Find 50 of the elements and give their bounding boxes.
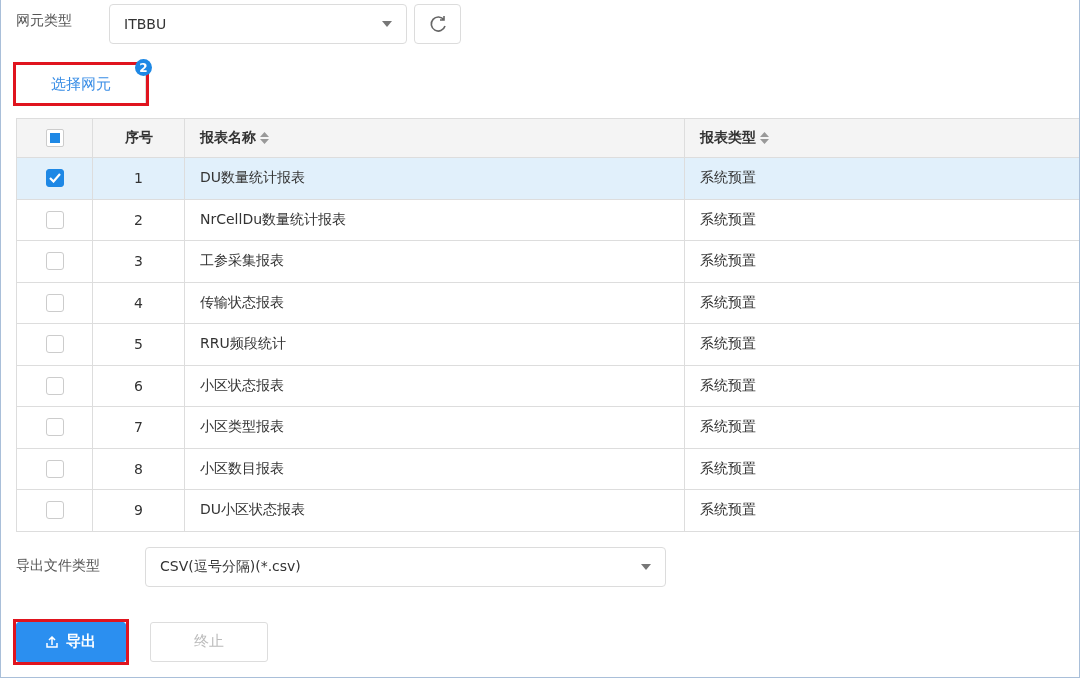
table-cell: DU数量统计报表: [200, 169, 306, 188]
caret-icon: [382, 21, 392, 27]
table-cell: NrCellDu数量统计报表: [200, 210, 347, 229]
row-checkbox[interactable]: [45, 501, 64, 520]
table-cell: 9: [134, 502, 143, 519]
ne-type-select[interactable]: ITBBU: [109, 4, 407, 44]
caret-icon: [641, 563, 651, 570]
table-cell: 系统预置: [700, 418, 756, 437]
table-cell: 8: [134, 460, 143, 477]
table-cell: 系统预置: [700, 169, 756, 188]
row-checkbox[interactable]: [45, 293, 64, 312]
table-cell: RRU频段统计: [200, 335, 286, 354]
field-label: 导出文件类型: [16, 555, 101, 575]
column-header: 序号: [124, 129, 153, 147]
table-cell: 工参采集报表: [200, 252, 284, 271]
table-cell: DU小区状态报表: [200, 501, 306, 520]
table-cell: 系统预置: [700, 252, 756, 271]
table-cell: 小区类型报表: [200, 418, 284, 437]
table-cell: 5: [134, 336, 143, 353]
refresh-button[interactable]: [414, 4, 461, 44]
table-cell: 小区数目报表: [200, 459, 284, 478]
row-checkbox[interactable]: [45, 459, 64, 478]
table-cell: 系统预置: [700, 293, 756, 312]
table-cell: 6: [134, 377, 143, 394]
column-header: 报表名称: [200, 129, 256, 147]
table-cell: 系统预置: [700, 376, 756, 395]
row-checkbox[interactable]: [45, 169, 64, 188]
count-badge: 2: [135, 59, 152, 76]
row-checkbox[interactable]: [45, 376, 64, 395]
table-cell: 传输状态报表: [200, 293, 284, 312]
table-cell: 2: [134, 211, 143, 228]
row-checkbox[interactable]: [45, 335, 64, 354]
field-label: 网元类型: [16, 11, 73, 30]
table-cell: 系统预置: [700, 210, 756, 229]
export-button[interactable]: 导出: [16, 621, 126, 662]
table-cell: 系统预置: [700, 459, 756, 478]
export-type-select[interactable]: CSV(逗号分隔)(*.csv): [145, 546, 666, 587]
row-checkbox[interactable]: [45, 210, 64, 229]
table-cell: 系统预置: [700, 335, 756, 354]
table-cell: 4: [134, 294, 143, 311]
column-header: 报表类型: [700, 129, 756, 147]
row-checkbox[interactable]: [45, 252, 64, 271]
table-cell: 小区状态报表: [200, 376, 284, 395]
table-cell: 7: [134, 419, 143, 436]
table-cell: 1: [134, 170, 143, 187]
table-cell: 系统预置: [700, 501, 756, 520]
row-checkbox[interactable]: [45, 418, 64, 437]
table-cell: 3: [134, 253, 143, 270]
export-icon: [46, 635, 58, 648]
select-all-checkbox[interactable]: [45, 129, 64, 147]
